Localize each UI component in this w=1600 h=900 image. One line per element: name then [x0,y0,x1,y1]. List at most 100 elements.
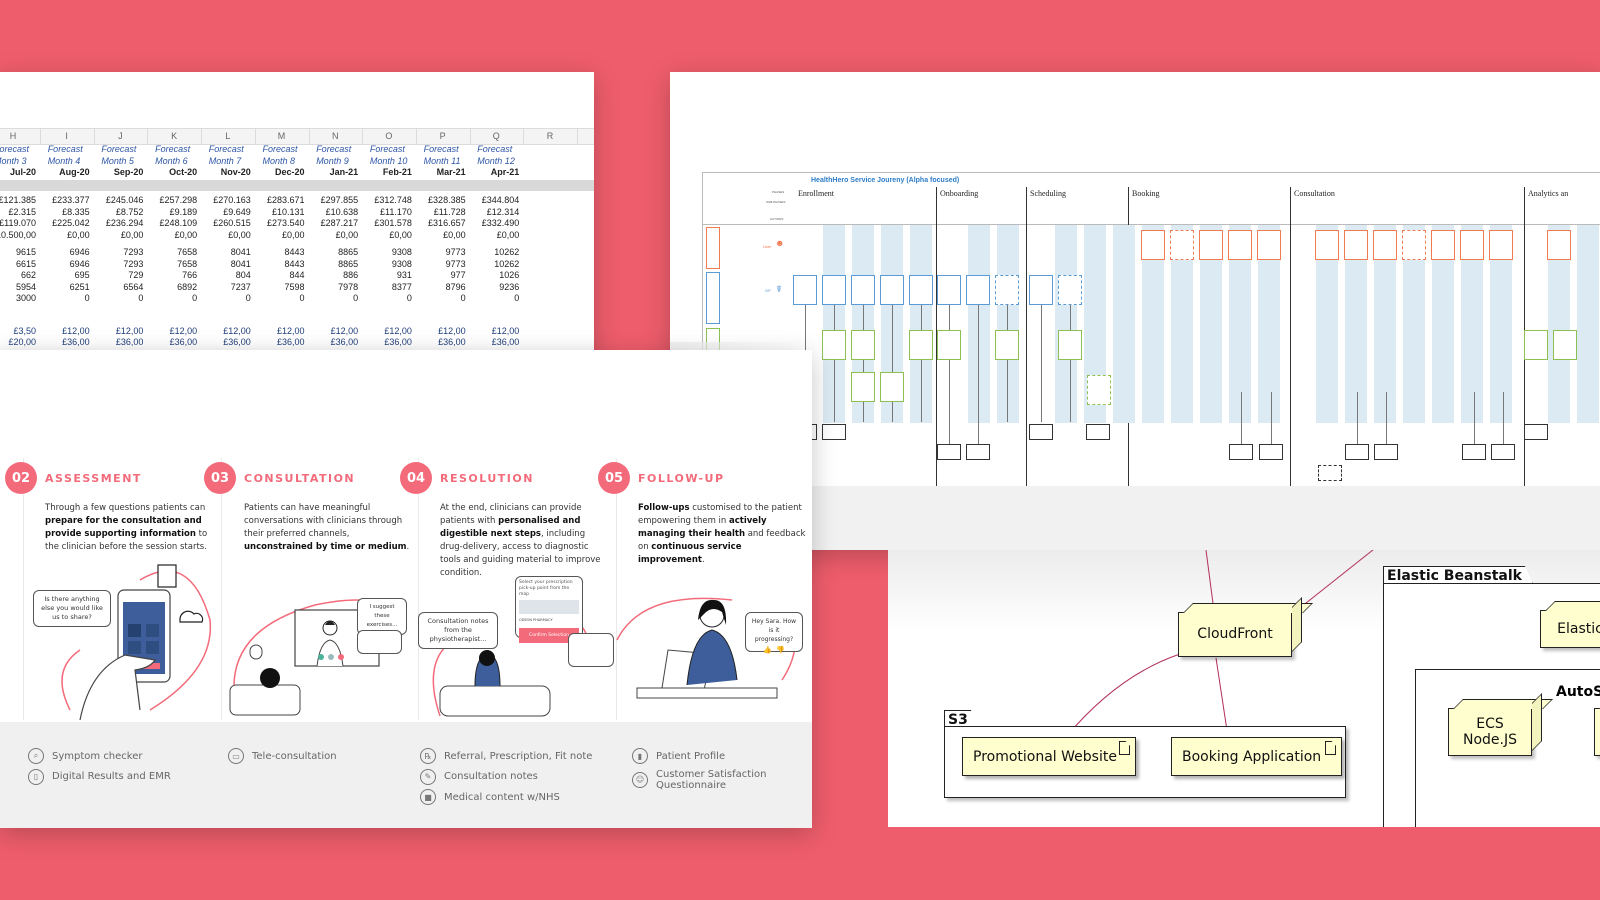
cell[interactable]: £12,00 [143,326,198,336]
cell[interactable]: £236.294 [89,218,144,228]
cell[interactable]: £11.170 [358,207,412,217]
cell[interactable]: £12,00 [465,326,520,336]
cell[interactable]: Month 7 [209,156,263,166]
journey-action-card[interactable] [1373,230,1397,260]
cell[interactable]: 0 [89,293,143,303]
cell[interactable]: 8796 [412,282,466,292]
pharmacy-map-card[interactable]: Select your prescription pick-up point f… [515,576,583,643]
cell[interactable]: 9773 [412,259,466,269]
cell[interactable]: 9308 [358,259,412,269]
journey-action-card[interactable] [1318,465,1342,481]
cell[interactable]: £245.046 [89,195,144,205]
journey-action-card[interactable] [1344,230,1368,260]
journey-action-card[interactable] [793,275,817,305]
cell[interactable]: 6892 [143,282,197,292]
journey-action-card[interactable] [1431,230,1455,260]
cell[interactable]: Jul-20 [0,167,36,177]
journey-action-card[interactable] [1229,444,1253,460]
cell[interactable]: £316.657 [412,218,466,228]
cell[interactable]: Month 4 [48,156,102,166]
journey-action-card[interactable] [1087,375,1111,405]
cell[interactable]: £119.070 [0,218,36,228]
cell[interactable]: Month 12 [477,156,531,166]
cell[interactable]: Forecast [209,144,263,154]
cell[interactable]: Forecast [477,144,531,154]
cell[interactable]: 804 [197,270,251,280]
journey-action-card[interactable] [1141,230,1165,260]
cell[interactable]: £12,00 [36,326,90,336]
elastic-load-balancer-node[interactable]: Elastic [1540,610,1600,648]
column-header-p[interactable]: P [416,131,470,141]
journey-action-card[interactable] [937,330,961,360]
cell[interactable]: £344.804 [465,195,520,205]
cell[interactable]: 6251 [36,282,90,292]
cell[interactable]: £260.515 [197,218,251,228]
cell[interactable]: Month 5 [101,156,155,166]
cell[interactable]: £12,00 [358,326,412,336]
cell[interactable]: 8865 [304,247,358,257]
cell[interactable]: Oct-20 [143,167,197,177]
journey-action-card[interactable] [1257,230,1281,260]
cell[interactable]: £0,00 [412,230,466,240]
cell[interactable]: £3,50 [0,326,36,336]
cell[interactable]: 7658 [143,259,197,269]
journey-action-card[interactable] [1199,230,1223,260]
promotional-website-artifact[interactable]: Promotional Website [962,737,1136,776]
cell[interactable]: £10.131 [251,207,305,217]
journey-action-card[interactable] [1345,444,1369,460]
column-header-k[interactable]: K [147,131,201,141]
journey-action-card[interactable] [1374,444,1398,460]
cell[interactable]: 6564 [89,282,143,292]
cell[interactable]: Aug-20 [36,167,90,177]
column-header-h[interactable]: H [0,131,40,141]
cell[interactable]: 9615 [0,247,36,257]
cell[interactable]: Feb-21 [358,167,412,177]
journey-action-card[interactable] [1524,330,1548,360]
column-header-m[interactable]: M [255,131,309,141]
cell[interactable]: £0,00 [36,230,90,240]
booking-application-artifact[interactable]: Booking Application [1171,737,1342,776]
cell[interactable]: 7293 [89,259,143,269]
journey-action-card[interactable] [1058,330,1082,360]
cell[interactable]: £10.500,00 [0,230,36,240]
cloudfront-node[interactable]: CloudFront [1178,612,1292,657]
cell[interactable]: Mar-21 [412,167,466,177]
cell[interactable]: Month 8 [263,156,317,166]
journey-action-card[interactable] [1491,444,1515,460]
cell[interactable]: 9308 [358,247,412,257]
cell[interactable]: 6615 [0,259,36,269]
journey-action-card[interactable] [1553,330,1577,360]
cell[interactable]: £287.217 [304,218,359,228]
journey-action-card[interactable] [937,275,961,305]
cell[interactable]: £12,00 [89,326,144,336]
journey-action-card[interactable] [966,275,990,305]
cell[interactable]: £2.315 [0,207,36,217]
cell[interactable]: Forecast [424,144,478,154]
cell[interactable]: 9236 [465,282,519,292]
cell[interactable]: 977 [412,270,466,280]
column-header-j[interactable]: J [93,131,147,141]
journey-action-card[interactable] [1402,230,1426,260]
cell[interactable]: 0 [197,293,251,303]
cell[interactable]: 0 [465,293,519,303]
cell[interactable]: 8377 [358,282,412,292]
cell[interactable]: £0,00 [304,230,359,240]
cell[interactable]: £312.748 [358,195,412,205]
cell[interactable]: £12,00 [251,326,305,336]
cell[interactable]: 1026 [465,270,519,280]
cell[interactable]: Forecast [101,144,155,154]
column-header-q[interactable]: Q [469,131,523,141]
cell[interactable]: Month 6 [155,156,209,166]
journey-action-card[interactable] [1460,230,1484,260]
cell[interactable]: 8443 [251,259,304,269]
cell[interactable]: 729 [89,270,143,280]
cell[interactable]: Jan-21 [304,167,359,177]
journey-action-card[interactable] [1029,424,1053,440]
cell[interactable]: Forecast [370,144,424,154]
cell[interactable]: £270.163 [197,195,251,205]
cell[interactable]: 0 [251,293,304,303]
cell[interactable]: £10.638 [304,207,359,217]
cell[interactable]: £12,00 [197,326,251,336]
cell[interactable]: £9.189 [143,207,198,217]
journey-action-card[interactable] [966,444,990,460]
